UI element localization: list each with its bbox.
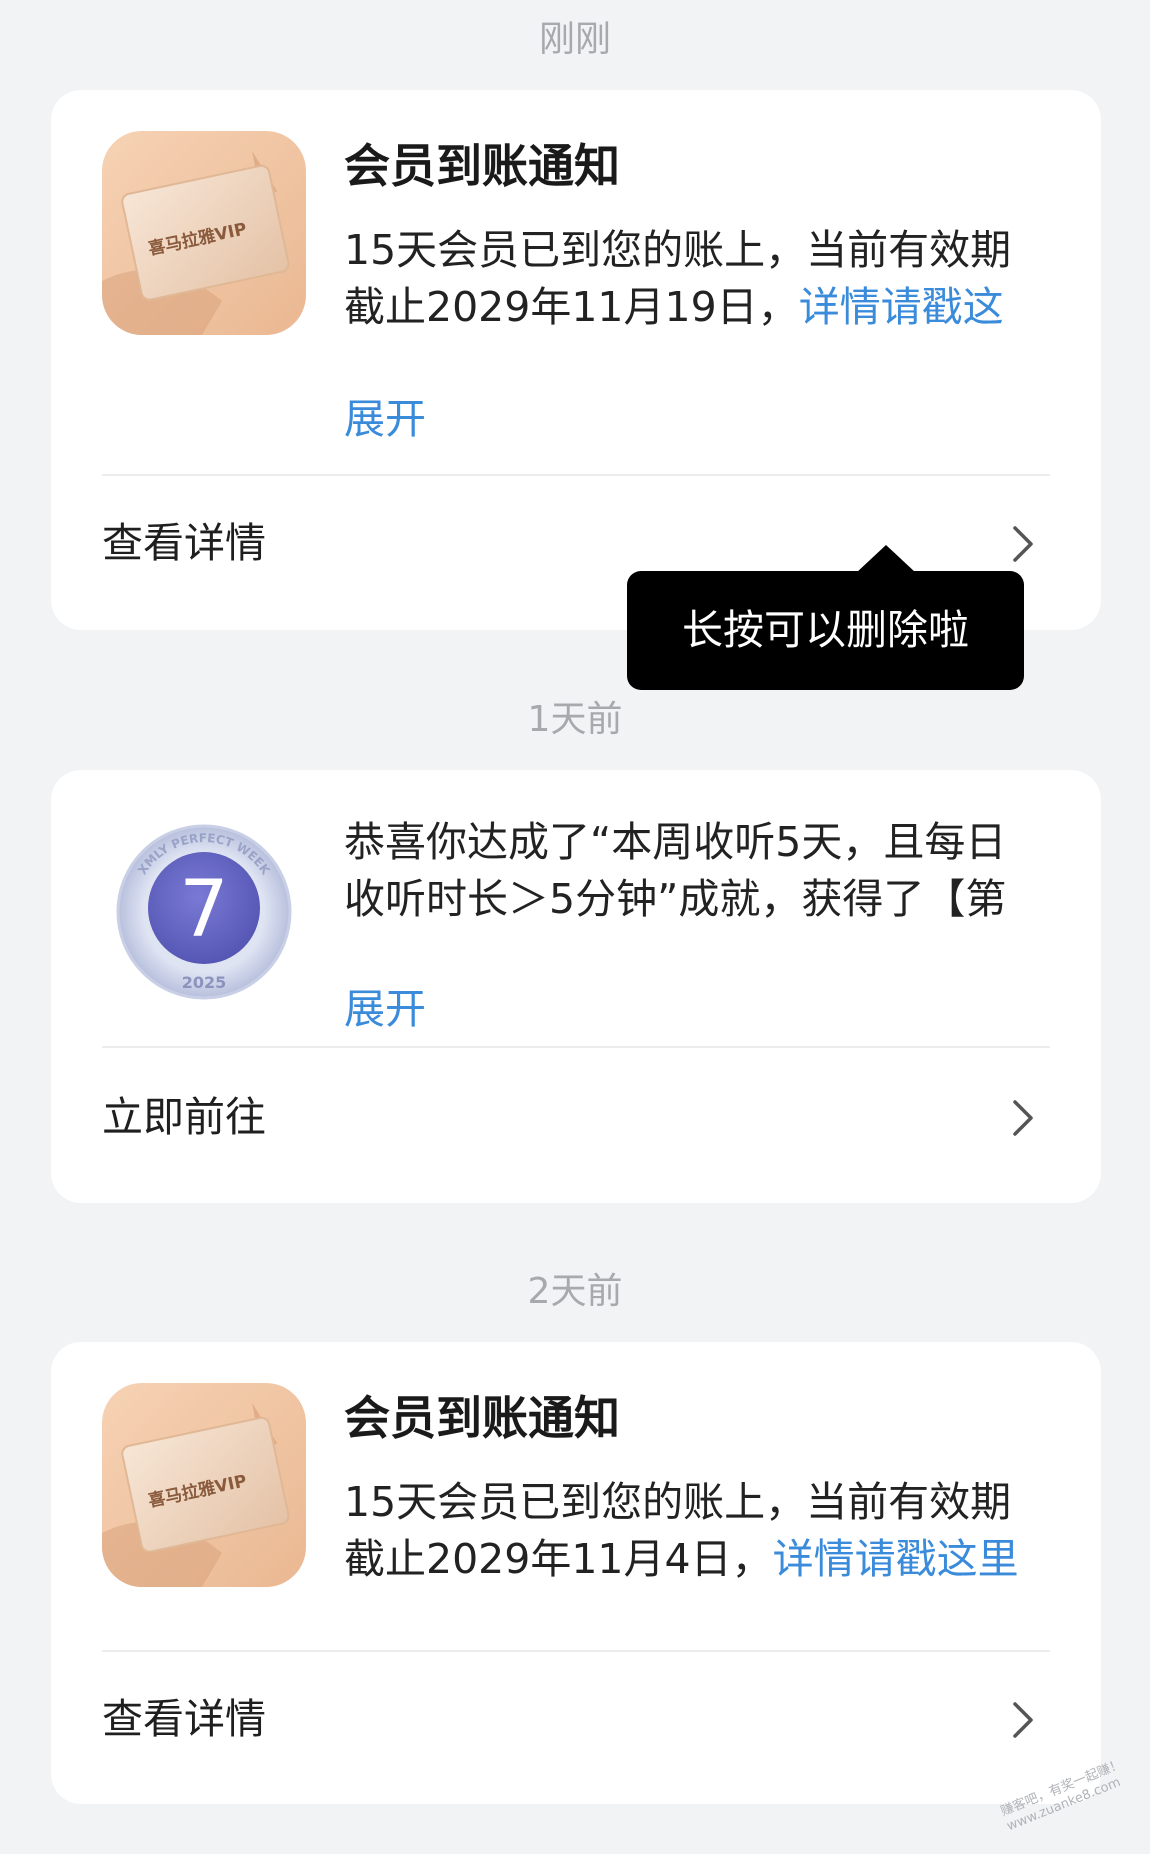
notification-body: 15天会员已到您的账上，当前有效期 截止2029年11月4日，详情请戳这里 <box>344 1474 1064 1588</box>
svg-text:2025: 2025 <box>182 973 227 992</box>
chevron-right-icon[interactable] <box>1005 1096 1041 1140</box>
card-divider <box>102 474 1050 476</box>
time-label-just-now: 刚刚 <box>538 19 611 60</box>
chevron-right-icon[interactable] <box>1005 522 1041 566</box>
long-press-delete-tooltip: 长按可以删除啦 <box>627 571 1024 690</box>
notification-body: 15天会员已到您的账上，当前有效期 截止2029年11月19日，详情请戳这 <box>344 222 1064 336</box>
card-divider <box>102 1650 1050 1652</box>
view-details-button[interactable]: 查看详情 <box>102 1694 266 1744</box>
chevron-right-icon[interactable] <box>1005 1698 1041 1742</box>
body-line-1: 15天会员已到您的账上，当前有效期 <box>344 1478 1012 1526</box>
svg-text:7: 7 <box>179 865 229 955</box>
vip-card-icon: 喜马拉雅VIP <box>102 1383 306 1587</box>
achievement-badge: 7 XMLY PERFECT WEEK 2025 <box>102 810 306 1014</box>
details-link[interactable]: 详情请戳这里 <box>773 1535 1019 1583</box>
notification-title: 会员到账通知 <box>344 1391 620 1445</box>
vip-card-image: 喜马拉雅VIP <box>102 1383 306 1587</box>
view-details-button[interactable]: 查看详情 <box>102 518 266 568</box>
body-line-2: 收听时长＞5分钟”成就，获得了【第 <box>344 875 1007 923</box>
time-label-1-day-ago: 1天前 <box>527 699 623 740</box>
expand-button[interactable]: 展开 <box>344 984 426 1034</box>
tooltip-arrow <box>856 545 916 573</box>
vip-card-icon: 喜马拉雅VIP <box>102 131 306 335</box>
achievement-body: 恭喜你达成了“本周收听5天，且每日 收听时长＞5分钟”成就，获得了【第 <box>344 814 1064 928</box>
notification-card-vip-1[interactable]: 喜马拉雅VIP 会员到账通知 15天会员已到您的账上，当前有效期 截止2029年… <box>51 90 1101 630</box>
vip-card-image: 喜马拉雅VIP <box>102 131 306 335</box>
time-label-2-days-ago: 2天前 <box>527 1271 623 1312</box>
notification-title: 会员到账通知 <box>344 139 620 193</box>
card-divider <box>102 1046 1050 1048</box>
notification-card-achievement[interactable]: 7 XMLY PERFECT WEEK 2025 恭喜你达成了“本周收听5天，且… <box>51 770 1101 1203</box>
body-line-2: 截止2029年11月4日， <box>344 1535 773 1583</box>
achievement-badge-icon: 7 XMLY PERFECT WEEK 2025 <box>116 824 292 1000</box>
body-line-1: 恭喜你达成了“本周收听5天，且每日 <box>344 818 1007 866</box>
body-line-1: 15天会员已到您的账上，当前有效期 <box>344 226 1012 274</box>
notification-card-vip-2[interactable]: 喜马拉雅VIP 会员到账通知 15天会员已到您的账上，当前有效期 截止2029年… <box>51 1342 1101 1804</box>
expand-button[interactable]: 展开 <box>344 394 426 444</box>
body-line-2: 截止2029年11月19日， <box>344 283 799 331</box>
go-now-button[interactable]: 立即前往 <box>102 1092 266 1142</box>
details-link[interactable]: 详情请戳这 <box>799 283 1004 331</box>
